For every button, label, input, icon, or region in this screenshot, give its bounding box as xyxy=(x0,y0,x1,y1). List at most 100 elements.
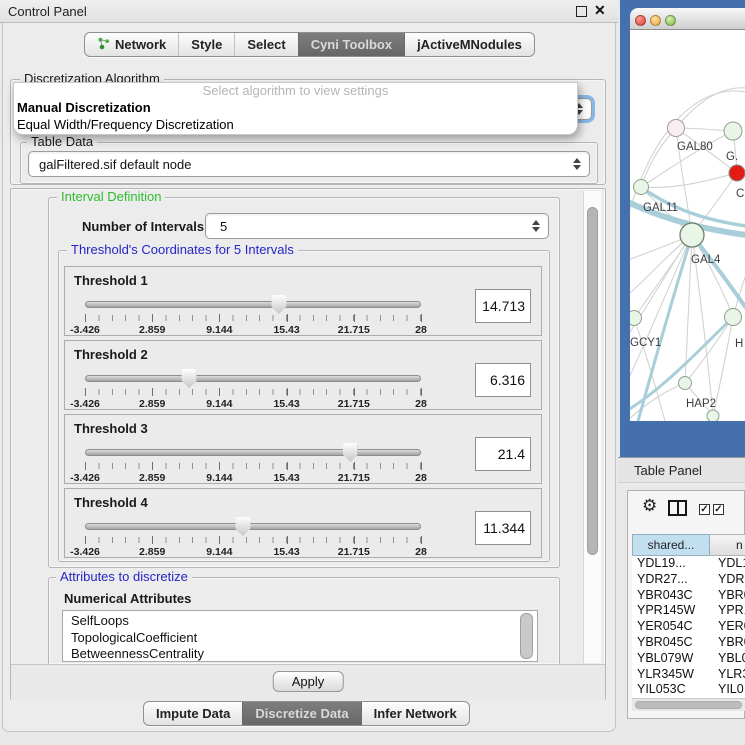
tick-label: 2.859 xyxy=(139,472,165,484)
node-label-hap2: HAP2 xyxy=(686,398,716,410)
table-row[interactable]: YLR345WYLR3 xyxy=(632,667,745,683)
node-h[interactable] xyxy=(725,309,742,326)
threshold-3-label: Threshold 3 xyxy=(74,421,148,436)
threshold-4-value-field[interactable]: 11.344 xyxy=(475,511,531,545)
cell-name: YER0 xyxy=(718,619,745,633)
attribute-list-item[interactable]: BetweennessCentrality xyxy=(71,646,537,662)
node-gcy1[interactable] xyxy=(630,311,642,326)
slider-thumb[interactable] xyxy=(343,443,358,462)
table-data-value: galFiltered.sif default node xyxy=(39,157,191,172)
table-data-combobox[interactable]: galFiltered.sif default node xyxy=(28,151,590,177)
float-window-icon[interactable] xyxy=(576,6,587,17)
slider-track[interactable] xyxy=(85,523,421,530)
node-g[interactable] xyxy=(724,122,742,140)
table-row[interactable]: YBR043CYBR0 xyxy=(632,588,745,604)
threshold-3-value-field[interactable]: 21.4 xyxy=(475,437,531,471)
tab-infer-network[interactable]: Infer Network xyxy=(361,702,469,725)
cell-name: YBR0 xyxy=(718,635,745,649)
attribute-list-item[interactable]: SelfLoops xyxy=(71,613,537,630)
tab-select[interactable]: Select xyxy=(234,33,297,56)
slider-track[interactable] xyxy=(85,301,421,308)
slider-track[interactable] xyxy=(85,449,421,456)
node-label-gal11: GAL11 xyxy=(643,202,678,214)
table-row[interactable]: YBL079WYBL0 xyxy=(632,651,745,667)
node-gal4[interactable] xyxy=(680,223,704,247)
threshold-3-slider[interactable]: -3.4262.8599.14415.4321.71528 xyxy=(85,443,421,483)
tick-major xyxy=(421,536,422,544)
threshold-2-value-field[interactable]: 6.316 xyxy=(475,363,531,397)
gear-icon[interactable]: ⚙ xyxy=(642,497,657,514)
table-panel-titlebar: Table Panel xyxy=(618,457,745,483)
numerical-attributes-list[interactable]: SelfLoopsTopologicalCoefficientBetweenne… xyxy=(62,610,538,662)
table-hscrollbar[interactable] xyxy=(632,698,745,711)
tab-impute-data[interactable]: Impute Data xyxy=(144,702,242,725)
threshold-2-slider[interactable]: -3.4262.8599.14415.4321.71528 xyxy=(85,369,421,409)
tab-cyni-toolbox[interactable]: Cyni Toolbox xyxy=(298,33,404,56)
tick-major xyxy=(287,536,288,544)
node-bottom[interactable] xyxy=(707,410,719,421)
table-row[interactable]: YBR045CYBR0 xyxy=(632,635,745,651)
table-hscrollbar-thumb[interactable] xyxy=(635,701,742,709)
number-of-intervals-combobox[interactable]: 5 xyxy=(205,213,549,239)
network-window[interactable]: GAL80 G. C GAL11 GAL4 GCY1 H HAP2 xyxy=(620,0,745,457)
checkbox-icon[interactable]: ✓ xyxy=(699,504,710,515)
tick-label: 2.859 xyxy=(139,398,165,410)
slider-thumb[interactable] xyxy=(182,369,197,388)
node-gal80[interactable] xyxy=(668,120,685,137)
algorithm-option-manual[interactable]: Manual Discretization xyxy=(14,100,577,117)
apply-button[interactable]: Apply xyxy=(273,671,344,692)
table-row[interactable]: YDR27...YDR2 xyxy=(632,572,745,588)
tick-label: 28 xyxy=(415,398,427,410)
table-row[interactable]: YIL053CYIL0 xyxy=(632,682,745,698)
tick-major xyxy=(287,314,288,322)
checkbox-icon[interactable]: ✓ xyxy=(713,504,724,515)
split-columns-icon[interactable] xyxy=(668,500,687,516)
close-icon[interactable]: ✕ xyxy=(594,2,606,19)
threshold-1-slider[interactable]: -3.4262.8599.14415.4321.71528 xyxy=(85,295,421,335)
network-canvas[interactable]: GAL80 G. C GAL11 GAL4 GCY1 H HAP2 xyxy=(630,30,745,421)
node-gal11[interactable] xyxy=(634,180,649,195)
tick-major xyxy=(152,314,153,322)
slider-thumb[interactable] xyxy=(271,295,286,314)
settings-scrollbar-track[interactable] xyxy=(583,191,601,663)
minimize-traffic-light-icon[interactable] xyxy=(650,15,661,26)
node-red-selected[interactable] xyxy=(729,165,745,181)
tab-network[interactable]: Network xyxy=(85,33,178,56)
algorithm-dropdown-popup: Select algorithm to view settings Manual… xyxy=(13,82,578,135)
tab-jactivemnodules[interactable]: jActiveMNodules xyxy=(404,33,534,56)
node-label-h: H xyxy=(735,338,743,350)
table-panel: ⚙ ✓ ✓ shared... n YDL19...YDL1YDR27...YD… xyxy=(627,490,745,719)
tick-major xyxy=(287,462,288,470)
attribute-list-item[interactable]: TopologicalCoefficient xyxy=(71,630,537,647)
slider-track[interactable] xyxy=(85,375,421,382)
tick-label: -3.426 xyxy=(70,398,100,410)
tick-major xyxy=(219,536,220,544)
network-window-titlebar[interactable] xyxy=(630,8,745,30)
threshold-4-label: Threshold 4 xyxy=(74,495,148,510)
table-row[interactable]: YDL19...YDL1 xyxy=(632,556,745,572)
zoom-traffic-light-icon[interactable] xyxy=(665,15,676,26)
threshold-4-slider[interactable]: -3.4262.8599.14415.4321.71528 xyxy=(85,517,421,557)
tab-style[interactable]: Style xyxy=(178,33,234,56)
threshold-1-value-field[interactable]: 14.713 xyxy=(475,289,531,323)
cell-name: YPR1 xyxy=(718,603,745,617)
combo-arrows-icon xyxy=(573,158,581,170)
cell-shared-name: YDR27... xyxy=(637,572,688,586)
tab-discretize-data[interactable]: Discretize Data xyxy=(242,702,360,725)
node-hap2[interactable] xyxy=(679,377,692,390)
node-label-gal80: GAL80 xyxy=(677,141,713,153)
control-panel-tabbar: Network Style Select Cyni Toolbox jActiv… xyxy=(84,32,535,57)
tick-label: 21.715 xyxy=(338,546,370,558)
slider-thumb[interactable] xyxy=(235,517,250,536)
attributes-list-scrollbar[interactable] xyxy=(520,613,533,659)
tick-major xyxy=(219,462,220,470)
tick-major xyxy=(152,388,153,396)
close-traffic-light-icon[interactable] xyxy=(635,15,646,26)
column-header-name[interactable]: n xyxy=(710,534,745,556)
settings-scrollbar-thumb[interactable] xyxy=(587,207,598,555)
column-header-shared-name[interactable]: shared... xyxy=(632,534,710,556)
table-row[interactable]: YPR145WYPR1 xyxy=(632,603,745,619)
table-row[interactable]: YER054CYER0 xyxy=(632,619,745,635)
tick-major xyxy=(85,388,86,396)
algorithm-option-equal-width[interactable]: Equal Width/Frequency Discretization xyxy=(14,117,577,134)
